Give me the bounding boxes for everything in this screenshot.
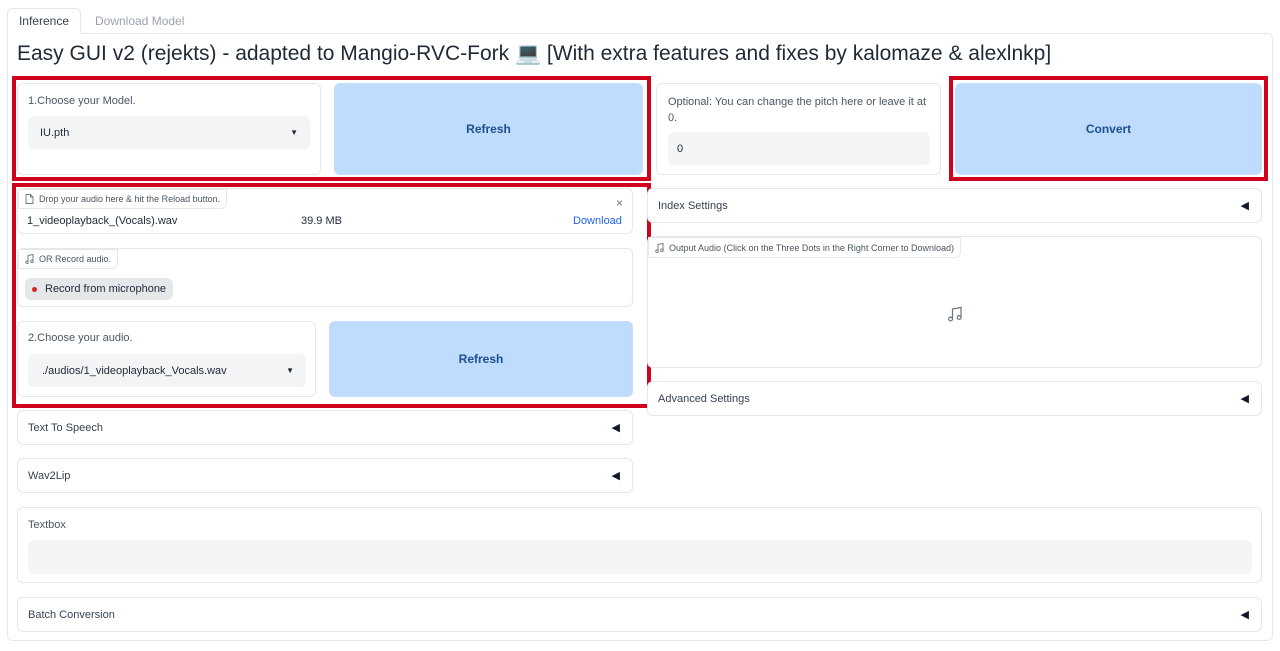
output-audio-card: Output Audio (Click on the Three Dots in…	[647, 236, 1262, 368]
textbox-input[interactable]	[28, 540, 1252, 574]
file-icon	[25, 194, 34, 204]
caret-down-icon: ▼	[286, 366, 294, 375]
tab-inference-label: Inference	[18, 14, 70, 28]
advanced-settings-accordion[interactable]: Advanced Settings ◀	[647, 381, 1262, 416]
index-settings-label: Index Settings	[658, 199, 728, 212]
record-chip-label: OR Record audio.	[39, 254, 112, 264]
model-card: 1.Choose your Model. IU.pth ▼	[17, 83, 321, 175]
output-audio-chip: Output Audio (Click on the Three Dots in…	[648, 237, 961, 258]
model-refresh-button[interactable]: Refresh	[334, 83, 643, 175]
download-link[interactable]: Download	[573, 215, 622, 227]
uploaded-filesize: 39.9 MB	[301, 215, 342, 227]
record-button-label: Record from microphone	[45, 283, 167, 295]
batch-conversion-label: Batch Conversion	[28, 608, 115, 621]
audio-refresh-button[interactable]: Refresh	[329, 321, 633, 397]
audio-refresh-label: Refresh	[458, 352, 504, 366]
model-selected-value: IU.pth	[40, 126, 70, 139]
audio-upload-card[interactable]: Drop your audio here & hit the Reload bu…	[17, 188, 633, 234]
convert-label: Convert	[1085, 122, 1132, 136]
pitch-input[interactable]: 0	[668, 132, 930, 165]
index-settings-accordion[interactable]: Index Settings ◀	[647, 188, 1262, 223]
pitch-label: Optional: You can change the pitch here …	[668, 96, 927, 124]
uploaded-filename: 1_videoplayback_(Vocals).wav	[27, 215, 178, 227]
record-card: OR Record audio. Record from microphone	[17, 248, 633, 307]
model-label: 1.Choose your Model.	[28, 95, 136, 107]
pitch-value: 0	[677, 142, 684, 155]
wav2lip-accordion[interactable]: Wav2Lip ◀	[17, 458, 633, 493]
collapse-triangle-icon: ◀	[1240, 393, 1249, 405]
tab-inference[interactable]: Inference	[7, 8, 81, 34]
close-icon[interactable]: ×	[616, 197, 623, 209]
upload-chip-label: Drop your audio here & hit the Reload bu…	[39, 194, 221, 204]
upload-chip: Drop your audio here & hit the Reload bu…	[18, 189, 228, 209]
pitch-card: Optional: You can change the pitch here …	[656, 83, 941, 175]
music-note-icon	[655, 242, 664, 253]
audio-select-label: 2.Choose your audio.	[28, 332, 133, 344]
output-audio-label: Output Audio (Click on the Three Dots in…	[669, 242, 954, 253]
record-microphone-button[interactable]: Record from microphone	[25, 278, 174, 300]
caret-down-icon: ▼	[290, 128, 298, 137]
tab-download-model[interactable]: Download Model	[95, 14, 184, 28]
convert-button[interactable]: Convert	[955, 83, 1262, 175]
audio-selected-value: ./audios/1_videoplayback_Vocals.wav	[42, 364, 227, 377]
music-note-icon	[947, 306, 963, 322]
tts-label: Text To Speech	[28, 421, 104, 434]
tab-download-model-label: Download Model	[95, 14, 185, 28]
collapse-triangle-icon: ◀	[611, 470, 620, 482]
music-note-icon	[25, 254, 34, 264]
textbox-card: Textbox	[17, 507, 1262, 583]
page-title: Easy GUI v2 (rejekts) - adapted to Mangi…	[17, 42, 1052, 65]
collapse-triangle-icon: ◀	[1240, 200, 1249, 212]
model-refresh-label: Refresh	[466, 122, 511, 136]
record-dot-icon	[32, 286, 37, 292]
collapse-triangle-icon: ◀	[611, 422, 620, 434]
textbox-label: Textbox	[28, 519, 66, 531]
advanced-settings-label: Advanced Settings	[658, 392, 750, 405]
wav2lip-label: Wav2Lip	[28, 469, 71, 482]
text-to-speech-accordion[interactable]: Text To Speech ◀	[17, 410, 633, 445]
batch-conversion-accordion[interactable]: Batch Conversion ◀	[17, 597, 1262, 632]
audio-dropdown[interactable]: ./audios/1_videoplayback_Vocals.wav ▼	[28, 354, 306, 387]
model-dropdown[interactable]: IU.pth ▼	[28, 116, 310, 149]
audio-select-card: 2.Choose your audio. ./audios/1_videopla…	[17, 321, 316, 397]
collapse-triangle-icon: ◀	[1240, 609, 1249, 621]
record-chip: OR Record audio.	[18, 249, 119, 269]
